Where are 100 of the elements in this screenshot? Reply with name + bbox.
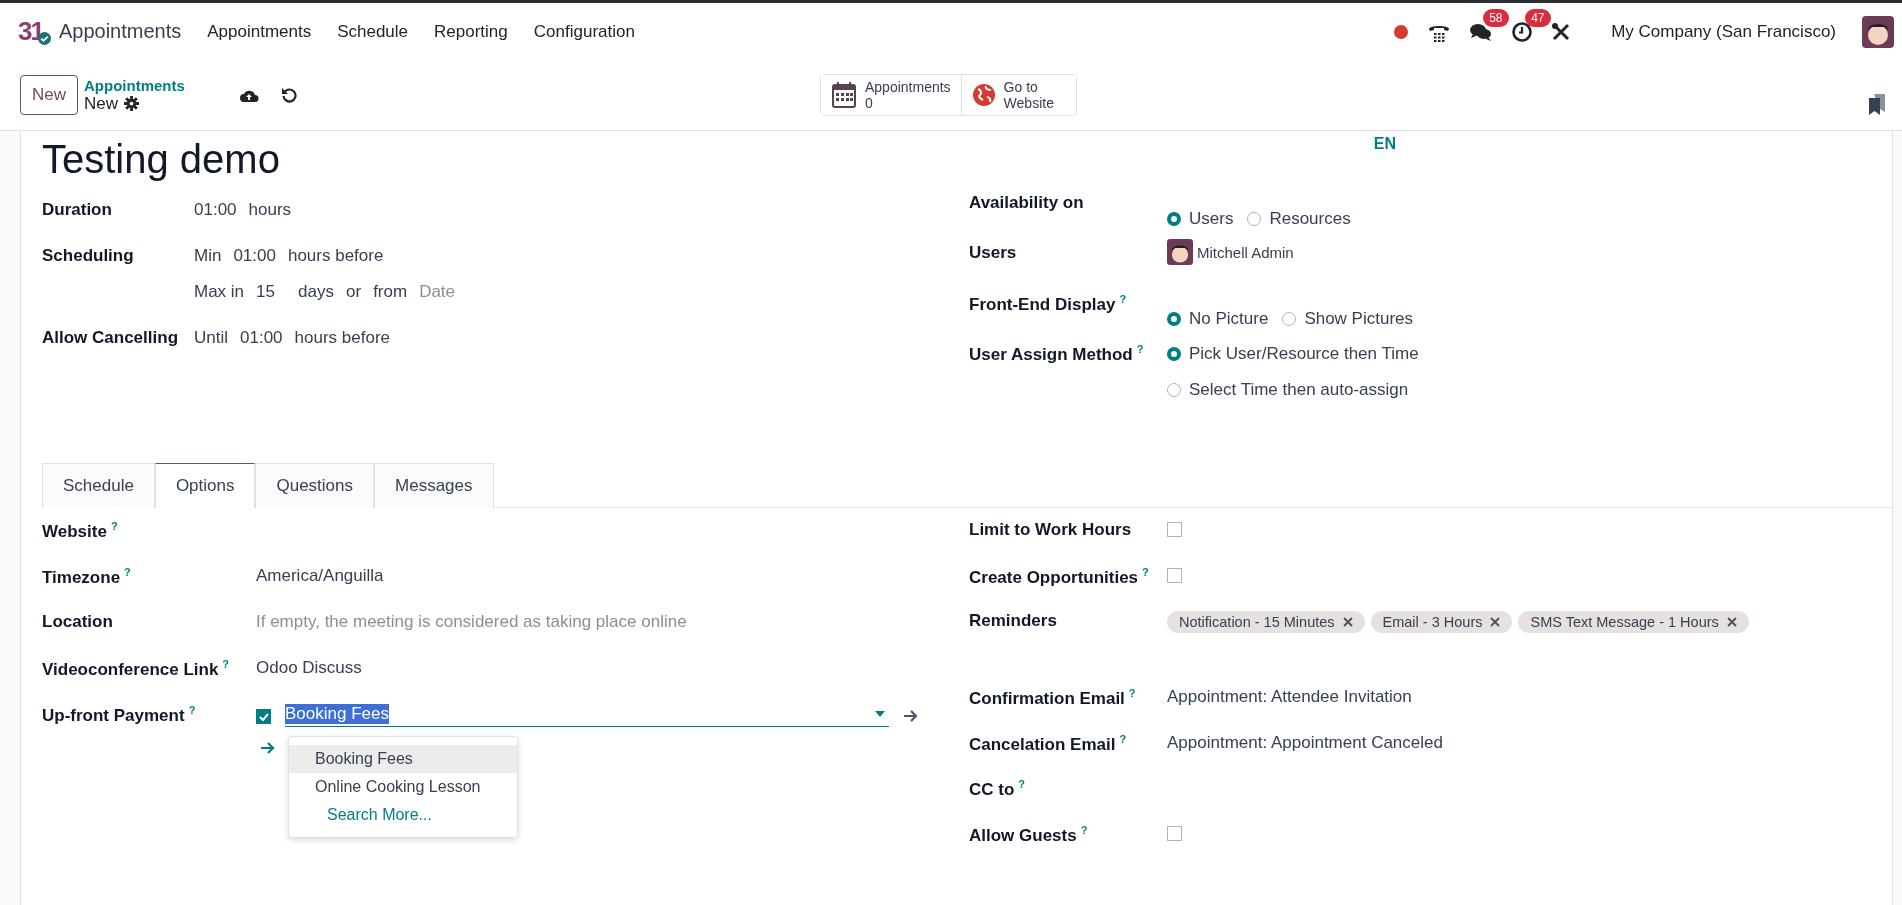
field-text: days bbox=[298, 282, 334, 303]
menu-item[interactable]: Appointments bbox=[207, 21, 312, 42]
breadcrumb-link[interactable]: Appointments bbox=[84, 76, 185, 94]
radio-option[interactable]: Pick User/Resource then Time bbox=[1167, 344, 1419, 364]
field-label: Duration bbox=[42, 200, 112, 219]
radio-option[interactable]: Show Pictures bbox=[1282, 294, 1414, 343]
help-mark[interactable]: ? bbox=[124, 566, 131, 578]
help-mark[interactable]: ? bbox=[1018, 778, 1026, 790]
input-field[interactable]: 01:00 bbox=[233, 246, 276, 270]
bookmark-icon[interactable] bbox=[1868, 93, 1886, 115]
field-label: Users bbox=[969, 243, 1017, 262]
recording-dot-icon[interactable] bbox=[1393, 23, 1410, 40]
help-mark[interactable]: ? bbox=[222, 658, 230, 670]
radio-option[interactable]: Resources bbox=[1247, 194, 1351, 243]
menu-item[interactable]: Schedule bbox=[337, 21, 409, 42]
field-label: Front-End Display bbox=[969, 294, 1116, 314]
help-mark[interactable]: ? bbox=[110, 520, 118, 532]
dropdown-option[interactable]: Online Cooking Lesson bbox=[289, 773, 517, 801]
input-field[interactable]: 01:00 bbox=[194, 200, 237, 224]
reminder-tag[interactable]: SMS Text Message - 1 Hours bbox=[1518, 611, 1749, 633]
help-mark[interactable]: ? bbox=[188, 704, 196, 716]
radio-icon[interactable] bbox=[1167, 383, 1181, 397]
radio-icon[interactable] bbox=[1167, 311, 1181, 326]
field-value[interactable]: America/Anguilla bbox=[256, 566, 384, 586]
field-label: CC to bbox=[969, 779, 1015, 799]
product-select-field[interactable]: Booking Fees bbox=[285, 704, 889, 727]
tools-icon[interactable] bbox=[1551, 21, 1572, 42]
help-mark[interactable]: ? bbox=[1128, 687, 1136, 699]
tab[interactable]: Options bbox=[154, 463, 256, 508]
field-text: from bbox=[373, 282, 408, 303]
field-label: Allow Guests bbox=[969, 825, 1077, 845]
radio-option[interactable]: Select Time then auto-assign bbox=[1167, 380, 1419, 400]
user-tag[interactable]: Mitchell Admin bbox=[1197, 243, 1294, 261]
field-label: Cancelation Email bbox=[969, 734, 1116, 754]
dropdown-option[interactable]: Booking Fees bbox=[289, 745, 517, 773]
field-label: Timezone bbox=[42, 567, 121, 587]
field-text: Max in bbox=[194, 282, 245, 303]
field-label: Location bbox=[42, 612, 113, 631]
user-avatar-icon bbox=[1167, 239, 1193, 265]
field-label: Allow Cancelling bbox=[42, 328, 179, 347]
field-value[interactable]: Odoo Discuss bbox=[256, 658, 362, 678]
input-field[interactable]: 15 bbox=[256, 282, 287, 306]
help-mark[interactable]: ? bbox=[1142, 565, 1149, 578]
reminder-tag[interactable]: Notification - 15 Minutes bbox=[1167, 611, 1365, 633]
close-icon[interactable] bbox=[1342, 617, 1353, 627]
arrow-right-icon[interactable] bbox=[903, 708, 919, 723]
field-text: Min bbox=[194, 246, 222, 267]
field-text: hours before bbox=[294, 328, 390, 349]
arrow-right-icon[interactable] bbox=[260, 741, 276, 755]
radio-icon[interactable] bbox=[1282, 311, 1297, 326]
caret-icon[interactable] bbox=[875, 711, 885, 717]
menu-item[interactable]: Configuration bbox=[533, 21, 635, 42]
record-title[interactable]: Testing demo bbox=[42, 137, 280, 182]
field-label: Up-front Payment bbox=[42, 705, 185, 725]
close-icon[interactable] bbox=[1726, 617, 1737, 627]
new-button[interactable]: New bbox=[20, 75, 78, 115]
field-text: Until bbox=[194, 328, 228, 349]
help-mark[interactable]: ? bbox=[1136, 343, 1144, 355]
checkbox[interactable] bbox=[256, 709, 271, 724]
help-mark[interactable]: ? bbox=[1119, 732, 1127, 745]
tab[interactable]: Messages bbox=[374, 463, 494, 508]
search-more-link[interactable]: Search More... bbox=[289, 801, 517, 829]
user-avatar-icon[interactable] bbox=[1862, 15, 1894, 48]
checkbox[interactable] bbox=[1167, 825, 1182, 841]
radio-option[interactable]: No Picture bbox=[1167, 294, 1269, 343]
tab[interactable]: Questions bbox=[255, 463, 375, 508]
field-label: Limit to Work Hours bbox=[969, 520, 1132, 539]
radio-icon[interactable] bbox=[1247, 211, 1262, 226]
language-toggle[interactable]: EN bbox=[1373, 135, 1396, 153]
undo-icon[interactable] bbox=[280, 87, 297, 103]
radio-icon[interactable] bbox=[1167, 211, 1181, 226]
company-switcher[interactable]: My Company (San Francisco) bbox=[1611, 21, 1836, 42]
help-mark[interactable]: ? bbox=[1080, 823, 1088, 836]
notification-badge: 47 bbox=[1525, 8, 1551, 27]
radio-icon[interactable] bbox=[1167, 347, 1181, 361]
checkbox[interactable] bbox=[1167, 567, 1182, 583]
field-value[interactable]: Appointment: Appointment Canceled bbox=[1167, 732, 1443, 753]
clock-icon[interactable] bbox=[1511, 20, 1534, 43]
appointments-stat-button[interactable]: Appointments 0 bbox=[821, 74, 962, 116]
reminder-tag[interactable]: Email - 3 Hours bbox=[1370, 611, 1513, 633]
close-icon[interactable] bbox=[1490, 617, 1501, 627]
field-label: Confirmation Email bbox=[969, 688, 1125, 708]
field-label: User Assign Method bbox=[969, 344, 1133, 364]
help-mark[interactable]: ? bbox=[1119, 293, 1127, 305]
field-text: hours bbox=[248, 200, 292, 221]
radio-option[interactable]: Users bbox=[1167, 194, 1234, 243]
menu-item[interactable]: Reporting bbox=[434, 21, 508, 42]
field-label: Availability on bbox=[969, 193, 1084, 212]
input-field[interactable]: 01:00 bbox=[240, 328, 283, 352]
field-label: Create Opportunities bbox=[969, 567, 1139, 587]
globe-icon bbox=[971, 83, 996, 107]
tab[interactable]: Schedule bbox=[42, 463, 155, 508]
notification-badge: 58 bbox=[1483, 8, 1509, 27]
field-value[interactable]: Appointment: Attendee Invitation bbox=[1167, 687, 1412, 707]
field-text: or bbox=[346, 282, 362, 303]
tag-label: Notification - 15 Minutes bbox=[1179, 614, 1335, 630]
field-label: Videoconference Link bbox=[42, 659, 219, 679]
tag-label: Email - 3 Hours bbox=[1382, 614, 1483, 630]
settings-icon[interactable] bbox=[124, 96, 140, 111]
checkbox[interactable] bbox=[1167, 522, 1182, 537]
